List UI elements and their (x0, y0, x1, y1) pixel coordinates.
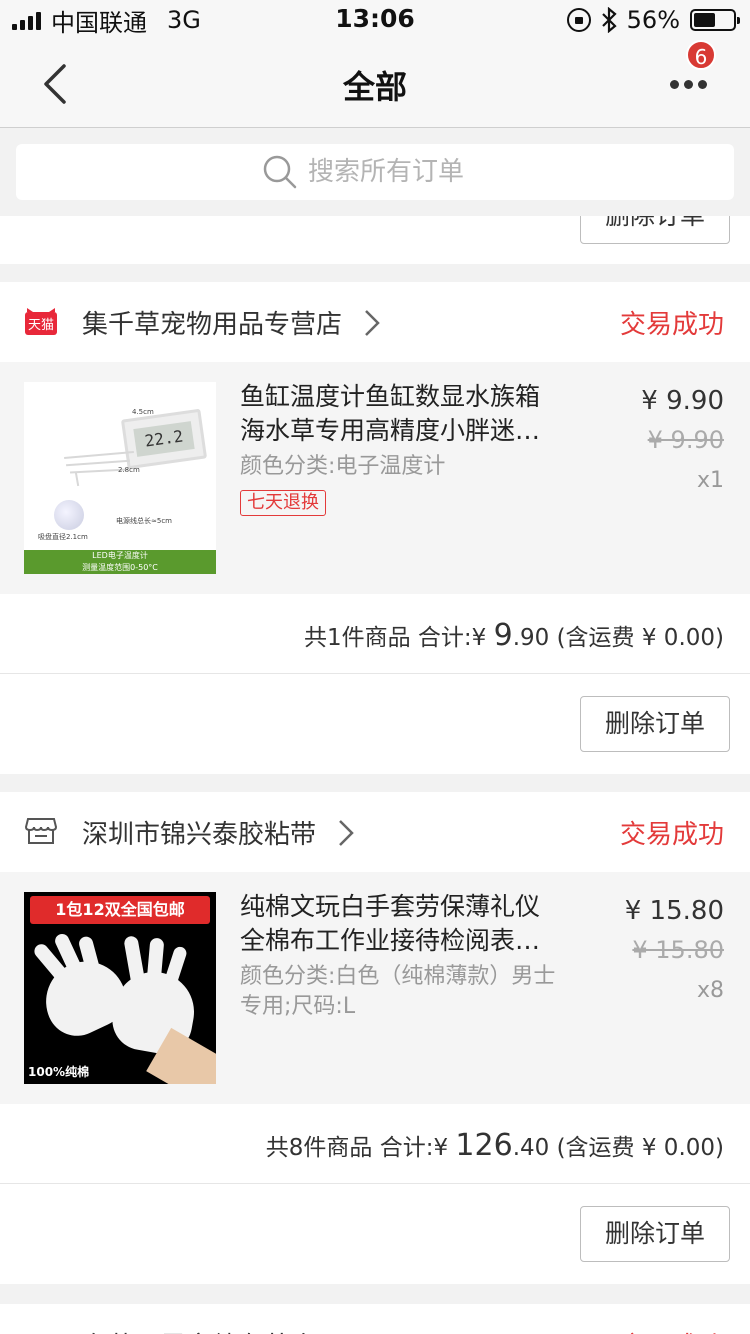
order-card-header: 天猫 集千草宠物用品专营店 交易成功 (0, 282, 750, 362)
product-image: 1包12双全国包邮 100%纯棉 (24, 892, 216, 1084)
summary-shipping: (含运费 ¥ 0.00) (556, 1135, 724, 1161)
order-status: 交易成功 (620, 1326, 724, 1334)
chevron-right-icon (365, 310, 380, 336)
summary-count: 共8件商品 合计: (265, 1135, 434, 1161)
status-bar: 中国联通 3G 13:06 56% (0, 0, 750, 40)
product-sku: 颜色分类:电子温度计 (240, 454, 446, 479)
page-title: 全部 (342, 68, 407, 106)
shop-name-link[interactable]: 集千草宠物用品专营店 (82, 304, 342, 341)
store-icon (24, 818, 58, 844)
summary-currency: ¥ (433, 1135, 449, 1161)
summary-total-dec: .90 (512, 625, 550, 651)
battery-percent: 56% (626, 6, 680, 34)
product-title[interactable]: 鱼缸温度计鱼缸数显水族箱 海水草专用高精度小胖迷… (240, 380, 570, 448)
delete-order-button[interactable]: 删除订单 (580, 696, 730, 752)
return-policy-tag: 七天退换 (240, 490, 326, 516)
item-price: ¥ 9.90 (641, 386, 724, 416)
order-card: 深圳市锦兴泰胶粘带 交易成功 1包12双全国包邮 100%纯棉 纯棉文玩白手套劳… (0, 792, 750, 1284)
order-card: 天猫 集千草宠物用品专营店 交易成功 22.2 4.5cm 2.8cm 电源线总… (0, 282, 750, 774)
item-original-price: ¥ 9.90 (647, 426, 724, 454)
search-icon (263, 155, 297, 189)
order-status: 交易成功 (619, 310, 724, 340)
summary-total-int: 9 (493, 618, 513, 653)
order-summary: 共1件商品 合计:¥ 9.90 (含运费 ¥ 0.00) (0, 594, 750, 674)
shop-name-link[interactable]: 深圳市锦兴泰胶粘带 (82, 814, 316, 851)
order-actions: 删除订单 (0, 674, 750, 774)
order-card-header: 深圳市锦兴泰胶粘带 交易成功 (0, 792, 750, 872)
search-bar-container (0, 129, 750, 216)
rotation-lock-icon (566, 8, 591, 32)
order-card-partial-top: 删除订单 (0, 216, 750, 264)
svg-text:天猫: 天猫 (28, 318, 54, 333)
bluetooth-icon (601, 7, 617, 33)
summary-total-int: 126 (455, 1128, 513, 1163)
tmall-store-icon: 天猫 (25, 308, 57, 335)
summary-count: 共1件商品 合计: (303, 625, 472, 651)
item-quantity: x8 (696, 978, 724, 1003)
order-card-partial-bottom: 东莞国恩文绩有茶店 交易成功 (0, 1304, 750, 1334)
summary-total-dec: .40 (512, 1135, 550, 1161)
order-status: 交易成功 (619, 820, 724, 850)
more-menu-button[interactable] (664, 68, 712, 104)
item-original-price: ¥ 15.80 (632, 936, 724, 964)
search-input[interactable] (308, 157, 488, 187)
item-price: ¥ 15.80 (624, 896, 724, 926)
delete-order-button[interactable]: 删除订单 (580, 216, 730, 244)
item-quantity: x1 (696, 468, 724, 493)
shop-name-link[interactable]: 东莞国恩文绩有茶店 (82, 1326, 316, 1334)
search-field[interactable] (16, 144, 734, 200)
summary-currency: ¥ (471, 625, 487, 651)
product-title[interactable]: 纯棉文玩白手套劳保薄礼仪 全棉布工作业接待检阅表… (240, 890, 570, 958)
delete-order-button[interactable]: 删除订单 (580, 1206, 730, 1262)
chevron-right-icon (339, 820, 354, 846)
tmall-store-icon (24, 1328, 58, 1334)
notification-badge: 6 (686, 40, 716, 70)
navigation-bar: 全部 6 (0, 40, 750, 128)
product-sku: 颜色分类:白色（纯棉薄款）男士专用;尺码:L (240, 964, 556, 1019)
order-item[interactable]: 1包12双全国包邮 100%纯棉 纯棉文玩白手套劳保薄礼仪 全棉布工作业接待检阅… (0, 872, 750, 1104)
more-dots-icon (670, 80, 679, 89)
summary-shipping: (含运费 ¥ 0.00) (556, 625, 724, 651)
order-summary: 共8件商品 合计:¥ 126.40 (含运费 ¥ 0.00) (0, 1104, 750, 1184)
product-image: 22.2 4.5cm 2.8cm 电源线总长≈5cm 吸盘直径2.1cm LED… (24, 382, 216, 574)
order-item[interactable]: 22.2 4.5cm 2.8cm 电源线总长≈5cm 吸盘直径2.1cm LED… (0, 362, 750, 594)
battery-icon (690, 9, 740, 31)
order-actions: 删除订单 (0, 1184, 750, 1284)
